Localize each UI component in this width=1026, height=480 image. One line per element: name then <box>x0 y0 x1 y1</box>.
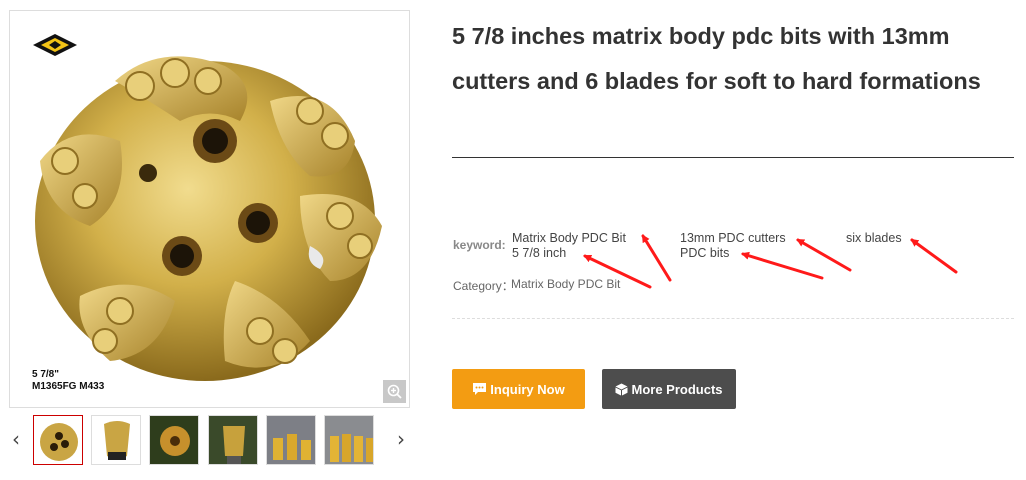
thumbnail-1[interactable] <box>33 415 83 465</box>
keyword-label: keyword: <box>453 238 506 252</box>
keyword-link-2[interactable]: 5 7/8 inch <box>512 246 566 261</box>
annotation-arrow-3 <box>796 238 852 272</box>
chevron-right-icon[interactable]: › <box>394 427 408 451</box>
pdc-bit-photo <box>35 56 382 381</box>
keyword-link-1[interactable]: Matrix Body PDC Bit <box>512 231 626 246</box>
brand-logo <box>33 34 77 56</box>
product-title: 5 7/8 inches matrix body pdc bits with 1… <box>452 23 981 94</box>
keyword-link-3[interactable]: 13mm PDC cutters <box>680 231 786 246</box>
thumbnail-6[interactable] <box>324 415 374 465</box>
chat-icon <box>472 382 487 396</box>
more-products-label: More Products <box>631 381 723 397</box>
thumbnail-image <box>325 416 373 464</box>
thumbnail-3[interactable] <box>149 415 199 465</box>
thumbnail-image <box>34 416 82 464</box>
chevron-left-icon[interactable]: ‹ <box>9 427 23 451</box>
thumbnail-image <box>209 416 257 464</box>
thumbnail-image <box>267 416 315 464</box>
thumbnail-2[interactable] <box>91 415 141 465</box>
image-caption: 5 7/8" M1365FG M433 <box>32 369 104 393</box>
keyword-label-text: keyword: <box>453 238 506 252</box>
keyword-link-4[interactable]: PDC bits <box>680 246 729 261</box>
zoom-button[interactable] <box>383 380 406 403</box>
thumbnail-4[interactable] <box>208 415 258 465</box>
thumbnail-5[interactable] <box>266 415 316 465</box>
annotation-arrow-1 <box>641 234 672 282</box>
main-product-image: 5 7/8" M1365FG M433 <box>9 10 410 408</box>
image-caption-size: 5 7/8" <box>32 369 59 380</box>
inquiry-now-label: Inquiry Now <box>490 381 565 397</box>
dashed-divider <box>452 318 1014 319</box>
zoom-icon <box>387 384 402 399</box>
title-divider <box>452 157 1014 158</box>
thumbnail-image <box>92 416 140 464</box>
image-caption-model: M1365FG M433 <box>32 381 105 392</box>
annotation-arrow-5 <box>910 238 958 274</box>
thumbnail-image <box>150 416 198 464</box>
category-link[interactable]: Matrix Body PDC Bit <box>511 277 620 291</box>
annotation-arrow-4 <box>741 251 824 280</box>
cube-icon <box>615 383 628 396</box>
category-label: Category： <box>453 279 514 293</box>
thumbnail-strip: ‹ › <box>9 415 410 465</box>
keyword-link-5[interactable]: six blades <box>846 231 902 246</box>
more-products-button[interactable]: More Products <box>602 369 736 409</box>
inquiry-now-button[interactable]: Inquiry Now <box>452 369 585 409</box>
